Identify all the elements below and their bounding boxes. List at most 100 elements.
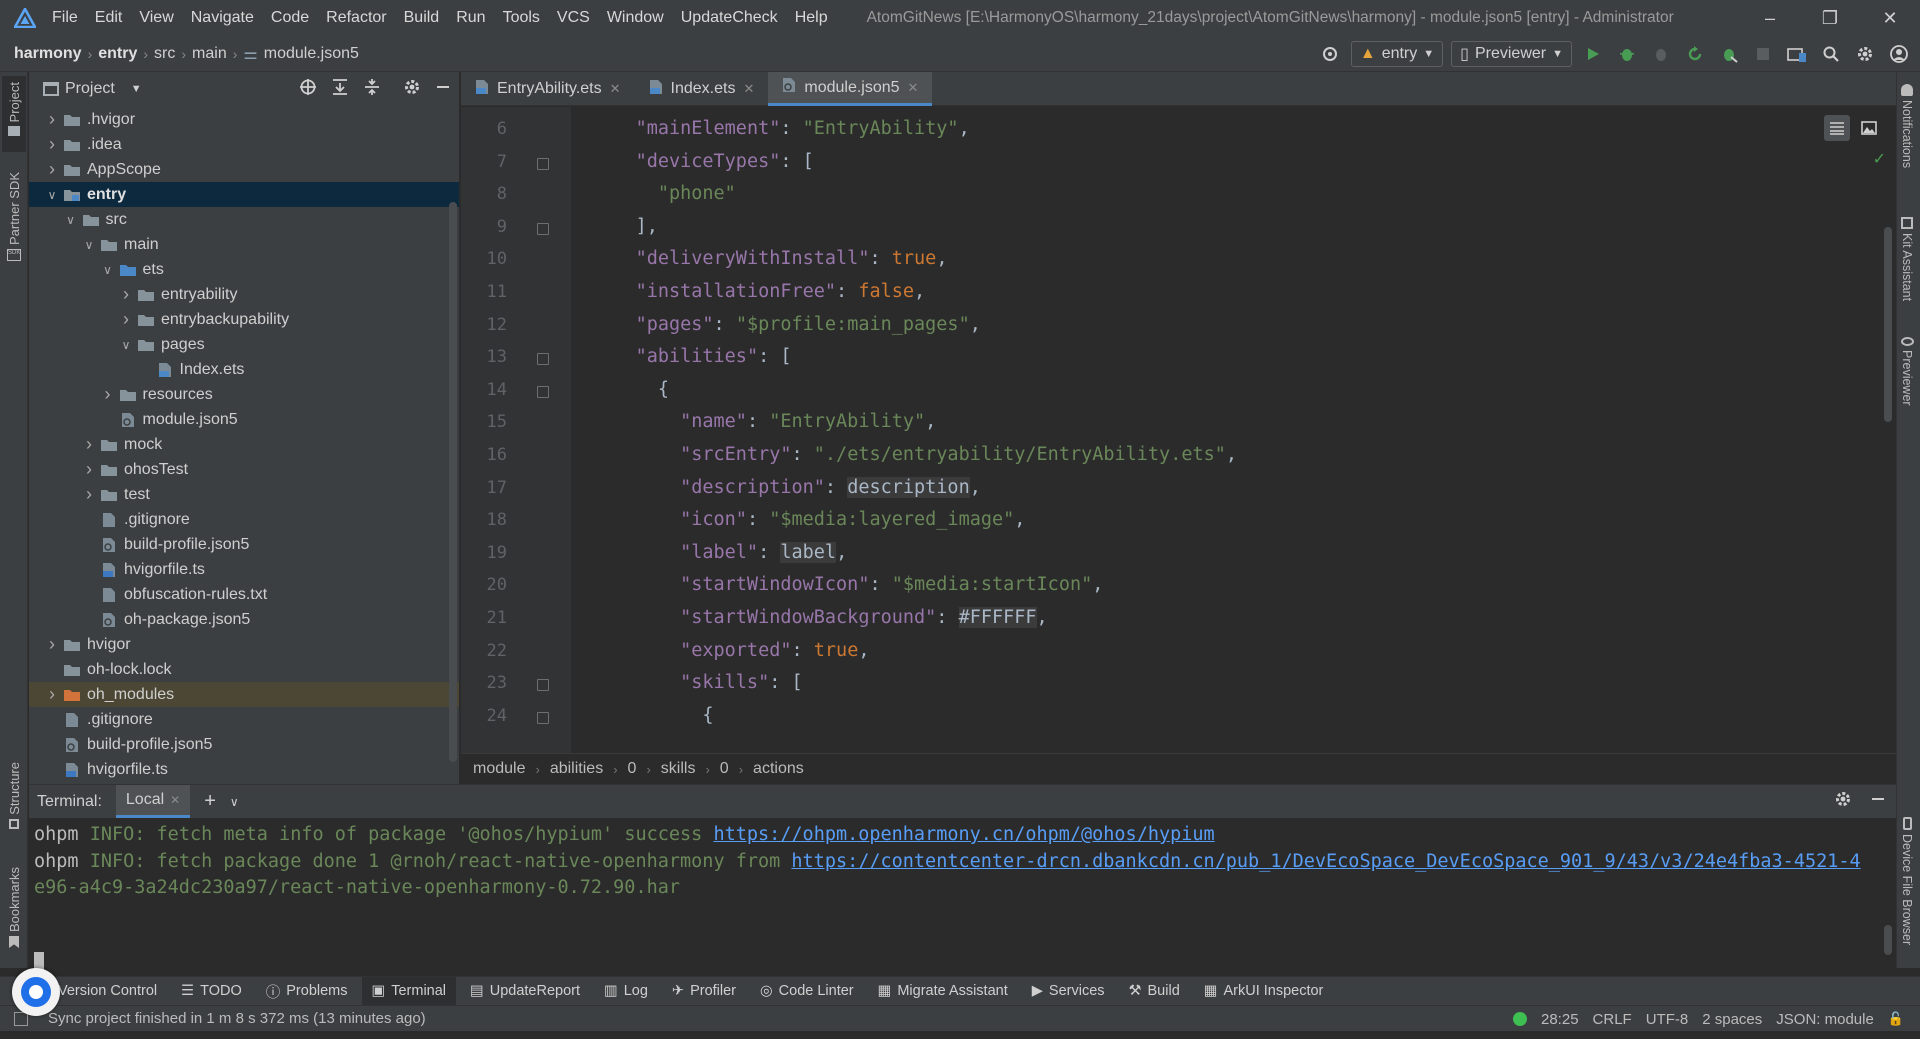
run-icon[interactable] <box>1580 41 1606 67</box>
menu-edit[interactable]: Edit <box>93 9 125 27</box>
close-icon[interactable]: ✕ <box>1860 0 1920 36</box>
tree-item[interactable]: › entryability <box>29 282 459 307</box>
tool-tab-migrate-assistant[interactable]: ▦ Migrate Assistant <box>868 977 1018 1006</box>
json-schema[interactable]: JSON: module <box>1776 1011 1874 1028</box>
breadcrumb-item[interactable]: actions <box>753 760 804 778</box>
menu-updatecheck[interactable]: UpdateCheck <box>679 9 780 27</box>
tool-tab-log[interactable]: ▥ Log <box>594 977 658 1006</box>
collapse-all-icon[interactable] <box>363 78 381 101</box>
terminal-link[interactable]: https://contentcenter-drcn.dbankcdn.cn/p… <box>791 851 1860 872</box>
chevron-right-icon[interactable]: › <box>80 459 98 480</box>
menu-help[interactable]: Help <box>793 9 830 27</box>
device-file-browser-tool-tab[interactable]: Device File Browser <box>1900 817 1914 945</box>
editor-tab[interactable]: module.json5 ✕ <box>768 72 933 106</box>
tree-item[interactable]: › test <box>29 482 459 507</box>
status-ok-indicator-icon[interactable] <box>1513 1012 1527 1026</box>
menu-window[interactable]: Window <box>605 9 666 27</box>
fold-marker-icon[interactable] <box>537 711 549 724</box>
tree-item[interactable]: ∨ src <box>29 207 459 232</box>
menu-run[interactable]: Run <box>454 9 487 27</box>
chevron-right-icon[interactable]: › <box>43 634 61 655</box>
tree-item[interactable]: build-profile.json5 <box>29 532 459 557</box>
chevron-right-icon[interactable]: › <box>43 134 61 155</box>
assistant-floating-button[interactable] <box>12 968 60 1016</box>
tree-item[interactable]: › oh_modules <box>29 682 459 707</box>
menu-build[interactable]: Build <box>402 9 442 27</box>
terminal-scrollbar[interactable] <box>1884 925 1892 955</box>
terminal-tab-local[interactable]: Local ✕ <box>115 785 191 818</box>
reload-icon[interactable] <box>1682 41 1708 67</box>
tool-tab-code-linter[interactable]: ◎ Code Linter <box>750 977 864 1006</box>
close-tab-icon[interactable]: ✕ <box>743 81 754 97</box>
chevron-right-icon[interactable]: › <box>80 434 98 455</box>
close-tab-icon[interactable]: ✕ <box>170 793 180 807</box>
fold-marker-icon[interactable] <box>537 157 549 170</box>
close-tab-icon[interactable]: ✕ <box>610 81 621 97</box>
tree-item[interactable]: › AppScope <box>29 157 459 182</box>
debug-icon[interactable] <box>1614 41 1640 67</box>
breadcrumb-item[interactable]: 0 <box>720 760 729 778</box>
terminal-output[interactable]: ohpm INFO: fetch meta info of package '@… <box>29 818 1896 980</box>
line-separator[interactable]: CRLF <box>1593 1011 1632 1028</box>
chevron-right-icon[interactable]: › <box>99 384 117 405</box>
restore-icon[interactable]: ❐ <box>1800 0 1860 36</box>
editor-tab[interactable]: EntryAbility.ets ✕ <box>461 72 635 106</box>
tree-item[interactable]: ∨ entry <box>29 182 459 207</box>
tool-tab-services[interactable]: ▶ Services <box>1022 977 1115 1006</box>
fold-marker-icon[interactable] <box>537 353 549 366</box>
file-encoding[interactable]: UTF-8 <box>1646 1011 1689 1028</box>
inspection-ok-icon[interactable]: ✓ <box>1873 149 1886 169</box>
chevron-down-icon[interactable]: ∨ <box>117 338 135 352</box>
crumb-main[interactable]: main <box>192 45 227 63</box>
fold-marker-icon[interactable] <box>537 222 549 235</box>
menu-view[interactable]: View <box>137 9 175 27</box>
caret-position[interactable]: 28:25 <box>1541 1011 1579 1028</box>
kit-assistant-tool-tab[interactable]: Kit Assistant <box>1900 217 1914 301</box>
tree-item[interactable]: › .idea <box>29 132 459 157</box>
expand-all-icon[interactable] <box>331 78 349 101</box>
chevron-right-icon[interactable]: › <box>117 309 135 330</box>
tree-item[interactable]: hvigorfile.ts <box>29 757 459 782</box>
device-manager-icon[interactable] <box>1784 41 1810 67</box>
search-icon[interactable] <box>1818 41 1844 67</box>
tree-item[interactable]: › hvigor <box>29 632 459 657</box>
structure-tool-tab[interactable]: Structure <box>2 762 26 842</box>
reader-mode-icon[interactable] <box>1824 115 1850 141</box>
project-scrollbar[interactable] <box>449 202 457 762</box>
breadcrumb-item[interactable]: skills <box>661 760 696 778</box>
previewer-tool-tab[interactable]: Previewer <box>1900 337 1914 406</box>
menu-vcs[interactable]: VCS <box>555 9 592 27</box>
menu-navigate[interactable]: Navigate <box>189 9 256 27</box>
indent-setting[interactable]: 2 spaces <box>1702 1011 1762 1028</box>
breadcrumb-item[interactable]: module <box>473 760 525 778</box>
project-panel-title[interactable]: Project <box>65 80 115 98</box>
tool-tab-profiler[interactable]: ✈ Profiler <box>662 977 746 1006</box>
hide-terminal-icon[interactable] <box>1870 791 1886 812</box>
minimize-icon[interactable]: – <box>1740 0 1800 36</box>
new-terminal-plus-icon[interactable]: + <box>204 790 216 813</box>
tool-tab-todo[interactable]: ☰ TODO <box>171 977 252 1006</box>
tree-item[interactable]: Index.ets <box>29 357 459 382</box>
locate-file-icon[interactable] <box>299 78 317 101</box>
account-icon[interactable] <box>1886 41 1912 67</box>
panel-options-gear-icon[interactable] <box>403 78 421 101</box>
chevron-right-icon[interactable]: › <box>43 109 61 130</box>
fold-marker-icon[interactable] <box>537 679 549 692</box>
chevron-right-icon[interactable]: › <box>43 684 61 705</box>
image-preview-icon[interactable] <box>1856 115 1882 141</box>
fold-marker-icon[interactable] <box>537 385 549 398</box>
device-select[interactable]: ▯ Previewer ▼ <box>1451 41 1572 67</box>
code-editor[interactable]: 6 7 8 9 10 11 12 13 14 15 16 17 18 19 20 21 22 23 24 "main… <box>461 107 1896 753</box>
crumb-harmony[interactable]: harmony <box>14 45 82 63</box>
stop-icon[interactable] <box>1750 41 1776 67</box>
run-config-select[interactable]: ▲ entry ▼ <box>1350 41 1444 67</box>
terminal-link[interactable]: https://ohpm.openharmony.cn/ohpm/@ohos/h… <box>713 824 1214 845</box>
bookmarks-tool-tab[interactable]: Bookmarks <box>2 867 26 957</box>
tool-tab-arkui-inspector[interactable]: ▦ ArkUI Inspector <box>1194 977 1334 1006</box>
crumb-entry[interactable]: entry <box>98 45 137 63</box>
crumb-module-json5[interactable]: module.json5 <box>264 45 359 63</box>
attach-debugger-icon[interactable] <box>1648 41 1674 67</box>
settings-gear-icon[interactable] <box>1852 41 1878 67</box>
crumb-src[interactable]: src <box>154 45 175 63</box>
menu-refactor[interactable]: Refactor <box>324 9 388 27</box>
